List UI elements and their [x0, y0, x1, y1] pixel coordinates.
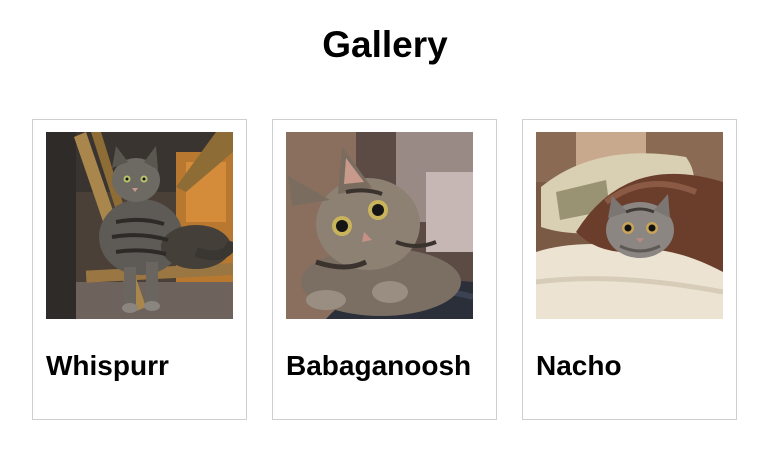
tabby-cat-on-chair-photo	[46, 132, 233, 319]
cat-under-blanket-photo	[536, 132, 723, 319]
cat-name-label: Nacho	[536, 350, 622, 381]
cat-name-label: Whispurr	[46, 350, 169, 381]
gallery-card-whispurr[interactable]: Whispurr	[32, 119, 247, 420]
gallery-card-nacho[interactable]: Nacho	[522, 119, 737, 420]
page-title: Gallery	[322, 24, 448, 65]
tabby-cat-closeup-photo	[286, 132, 473, 319]
gallery-card-babaganoosh[interactable]: Babaganoosh	[272, 119, 497, 420]
gallery-page: Gallery Whispurr Babaganoosh Nacho	[0, 0, 777, 471]
cat-name-label: Babaganoosh	[286, 350, 472, 381]
